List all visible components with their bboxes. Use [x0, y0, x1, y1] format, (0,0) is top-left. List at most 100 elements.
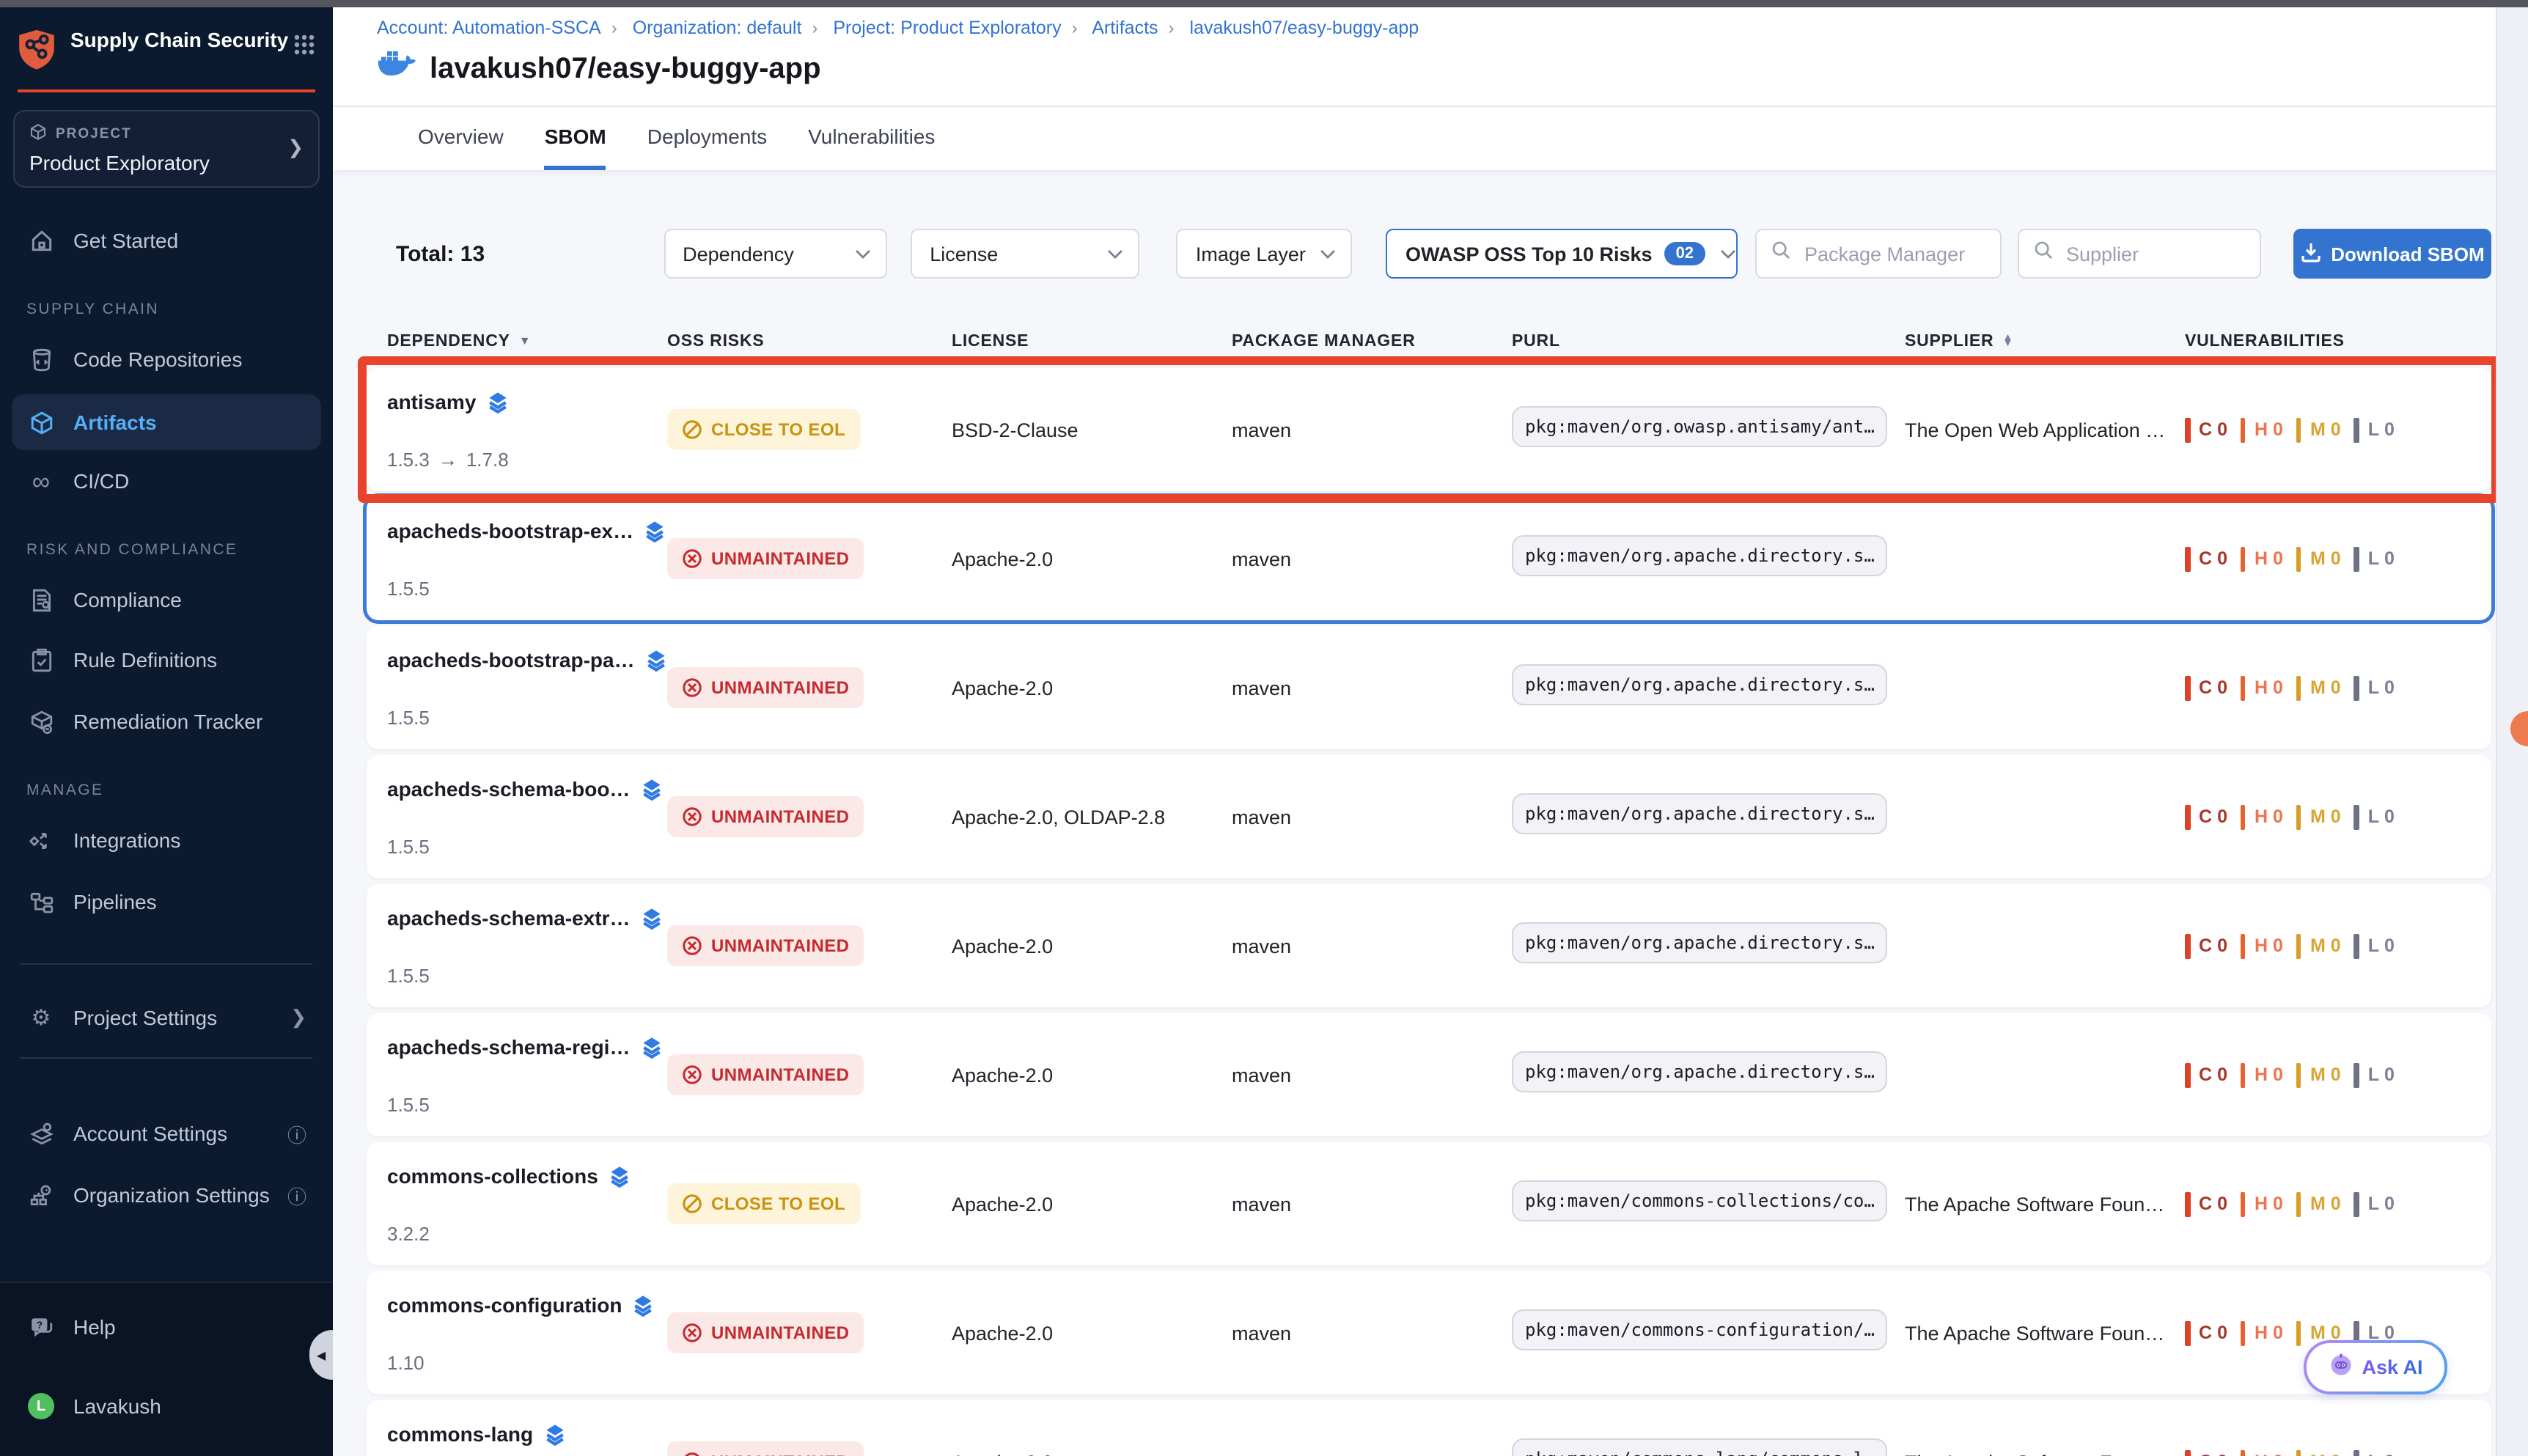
- table-row[interactable]: apacheds-bootstrap-ex… 1.5.5: [367, 497, 2491, 620]
- table-row[interactable]: apacheds-schema-extr… 1.5.5: [367, 884, 2491, 1007]
- ask-ai-label: Ask AI: [2362, 1356, 2422, 1378]
- sidebar-item-get-started[interactable]: Get Started: [12, 214, 321, 267]
- vuln-c-count: C0: [2185, 804, 2227, 829]
- package-manager-input[interactable]: [1801, 241, 1983, 266]
- package-manager-cell: maven: [1232, 548, 1512, 570]
- project-label: PROJECT: [56, 126, 132, 142]
- tab-deployments[interactable]: Deployments: [647, 125, 767, 170]
- package-manager-cell: maven: [1232, 419, 1512, 441]
- page-header: Account: Automation-SSCA› Organization: …: [333, 0, 2528, 107]
- tab-vulnerabilities[interactable]: Vulnerabilities: [808, 125, 935, 170]
- column-dependency[interactable]: DEPENDENCY▼: [387, 332, 667, 350]
- sidebar-item-label: CI/CD: [73, 469, 129, 493]
- sidebar-item-label: Rule Definitions: [73, 648, 217, 672]
- filter-owasp-risks[interactable]: OWASP OSS Top 10 Risks 02: [1386, 229, 1738, 279]
- sidebar-item-integrations[interactable]: Integrations: [12, 814, 321, 867]
- sidebar-item-project-settings[interactable]: ⚙ Project Settings ❯: [12, 991, 321, 1044]
- vuln-c-count: C0: [2185, 933, 2227, 958]
- sidebar-item-remediation-tracker[interactable]: Remediation Tracker: [12, 695, 321, 748]
- sidebar-footer: ? Help L Lavakush: [0, 1282, 333, 1456]
- tab-overview[interactable]: Overview: [418, 125, 504, 170]
- vuln-c-count: C0: [2185, 675, 2227, 700]
- integrations-icon: [26, 828, 56, 853]
- clipboard-check-icon: [26, 647, 56, 672]
- table-row[interactable]: apacheds-schema-boo… 1.5.5: [367, 755, 2491, 878]
- document-search-icon: [26, 587, 56, 612]
- breadcrumb-project[interactable]: Project: Product Exploratory: [833, 18, 1061, 38]
- tab-sbom[interactable]: SBOM: [545, 125, 606, 170]
- table-row[interactable]: antisamy 1.5.3→1.7.8 CLOS: [367, 368, 2491, 491]
- sidebar-item-help[interactable]: ? Help: [12, 1301, 321, 1353]
- oss-risk-badge: CLOSE TO EOL: [667, 1183, 860, 1224]
- supplier-input[interactable]: [2063, 241, 2245, 266]
- breadcrumb-artifact-name[interactable]: lavakush07/easy-buggy-app: [1190, 18, 1419, 38]
- purl-cell: pkg:maven/org.apache.directory.s…: [1512, 793, 1905, 841]
- table-row[interactable]: apacheds-bootstrap-pa… 1.5.5: [367, 626, 2491, 749]
- vuln-l-count: L0: [2354, 417, 2395, 442]
- breadcrumb-account[interactable]: Account: Automation-SSCA: [377, 18, 601, 38]
- sidebar-item-user[interactable]: L Lavakush: [12, 1380, 321, 1433]
- info-icon[interactable]: ⓘ: [287, 1119, 306, 1147]
- download-icon: [2300, 241, 2321, 266]
- table-row[interactable]: commons-lang 2.6 UNMAINTA: [367, 1400, 2491, 1456]
- layers-icon: [644, 520, 666, 542]
- project-selector[interactable]: PROJECT Product Exploratory ❯: [13, 110, 320, 188]
- supplier-cell: The Apache Software Foun…: [1905, 1322, 2185, 1344]
- filter-image-layer[interactable]: Image Layer: [1177, 229, 1353, 279]
- sidebar-item-cicd[interactable]: ∞ CI/CD: [12, 455, 321, 507]
- sidebar-item-organization-settings[interactable]: Organization Settings ⓘ: [12, 1169, 321, 1221]
- dependency-cell: apacheds-bootstrap-ex… 1.5.5: [387, 497, 667, 620]
- supplier-cell: The Open Web Application …: [1905, 419, 2185, 441]
- purl-chip[interactable]: pkg:maven/commons-collections/co…: [1512, 1180, 1888, 1221]
- dependency-name: commons-lang: [387, 1422, 533, 1446]
- purl-chip[interactable]: pkg:maven/commons-configuration/…: [1512, 1309, 1888, 1350]
- project-name: Product Exploratory: [29, 151, 304, 174]
- vuln-m-count: M0: [2296, 546, 2341, 571]
- purl-chip[interactable]: pkg:maven/org.apache.directory.s…: [1512, 663, 1888, 705]
- table-row[interactable]: commons-configuration 1.10: [367, 1271, 2491, 1394]
- pipelines-icon: [26, 889, 56, 914]
- sidebar-item-account-settings[interactable]: Account Settings ⓘ: [12, 1107, 321, 1160]
- window-chrome-strip: [0, 0, 2528, 7]
- download-sbom-button[interactable]: Download SBOM: [2293, 229, 2491, 279]
- filter-label: Dependency: [683, 243, 794, 265]
- purl-chip[interactable]: pkg:maven/org.owasp.antisamy/ant…: [1512, 405, 1888, 446]
- column-supplier[interactable]: SUPPLIER▲▼: [1905, 332, 2185, 350]
- purl-chip[interactable]: pkg:maven/org.apache.directory.s…: [1512, 534, 1888, 576]
- vuln-c-count: C0: [2185, 1062, 2227, 1087]
- breadcrumb-organization[interactable]: Organization: default: [633, 18, 802, 38]
- column-package-manager: PACKAGE MANAGER: [1232, 332, 1512, 350]
- table-row[interactable]: commons-collections 3.2.2: [367, 1142, 2491, 1265]
- ask-ai-button[interactable]: Ask AI: [2304, 1340, 2447, 1394]
- dependency-version: 1.5.5: [387, 578, 667, 600]
- app-switcher-icon[interactable]: [293, 34, 315, 63]
- package-manager-cell: maven: [1232, 677, 1512, 699]
- filter-label: Image Layer: [1196, 243, 1306, 265]
- filter-label: OWASP OSS Top 10 Risks: [1406, 243, 1653, 265]
- table-row[interactable]: apacheds-schema-regi… 1.5.5: [367, 1013, 2491, 1136]
- dependency-name: commons-configuration: [387, 1293, 622, 1317]
- filter-license[interactable]: License: [911, 229, 1140, 279]
- dependency-cell: commons-collections 3.2.2: [387, 1142, 667, 1265]
- breadcrumb-artifacts[interactable]: Artifacts: [1092, 18, 1158, 38]
- purl-chip[interactable]: pkg:maven/commons-lang/commons-l…: [1512, 1438, 1888, 1456]
- oss-risk-badge: UNMAINTAINED: [667, 1054, 864, 1095]
- filter-dependency[interactable]: Dependency: [664, 229, 887, 279]
- sidebar-item-compliance[interactable]: Compliance: [12, 573, 321, 626]
- sidebar-item-rule-definitions[interactable]: Rule Definitions: [12, 633, 321, 686]
- sidebar-item-code-repositories[interactable]: Code Repositories: [12, 333, 321, 386]
- column-purl: PURL: [1512, 332, 1905, 350]
- sidebar-item-pipelines[interactable]: Pipelines: [12, 875, 321, 928]
- purl-chip[interactable]: pkg:maven/org.apache.directory.s…: [1512, 1051, 1888, 1092]
- dependency-cell: apacheds-bootstrap-pa… 1.5.5: [387, 626, 667, 749]
- purl-chip[interactable]: pkg:maven/org.apache.directory.s…: [1512, 922, 1888, 963]
- chevron-right-icon: ❯: [290, 1006, 306, 1029]
- purl-chip[interactable]: pkg:maven/org.apache.directory.s…: [1512, 793, 1888, 834]
- package-manager-cell: maven: [1232, 935, 1512, 957]
- sidebar-item-artifacts[interactable]: Artifacts: [12, 394, 321, 450]
- purl-cell: pkg:maven/org.apache.directory.s…: [1512, 663, 1905, 712]
- info-icon[interactable]: ⓘ: [287, 1181, 306, 1209]
- oss-risk-badge: UNMAINTAINED: [667, 667, 864, 708]
- vuln-h-count: H0: [2241, 1449, 2283, 1456]
- supplier-cell: The Apache Software Foun…: [1905, 1451, 2185, 1456]
